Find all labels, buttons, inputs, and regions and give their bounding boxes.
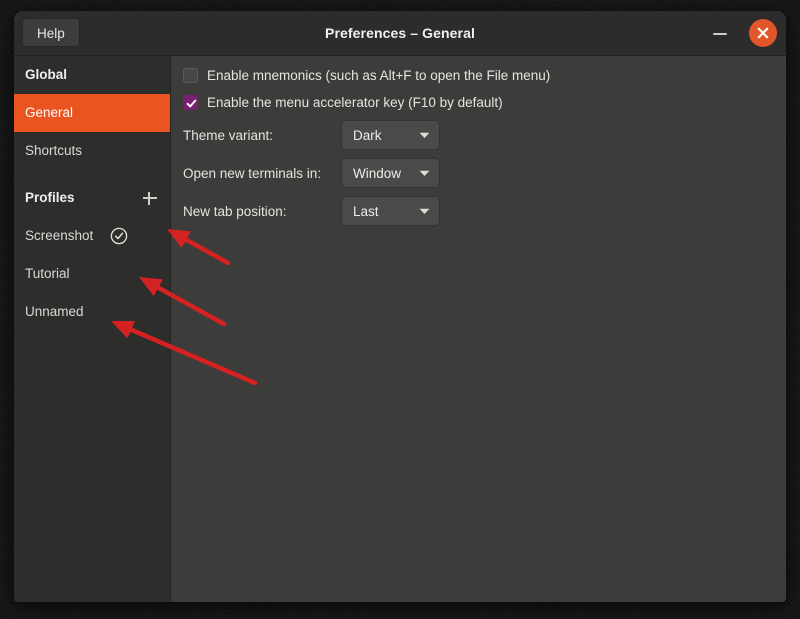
setting-row-open-new-terminals-in: Open new terminals in: Window: [183, 154, 786, 192]
enable-menu-accelerator-checkbox[interactable]: [183, 95, 198, 110]
new-tab-position-label: New tab position:: [183, 203, 287, 219]
sidebar-item-screenshot-label: Screenshot: [25, 228, 94, 243]
sidebar-item-tutorial[interactable]: Tutorial: [14, 255, 170, 293]
setting-row-theme-variant: Theme variant: Dark: [183, 116, 786, 154]
open-new-terminals-in-value: Window: [353, 165, 402, 181]
theme-variant-label: Theme variant:: [183, 127, 274, 143]
sidebar-heading-profiles-label: Profiles: [25, 190, 75, 205]
new-tab-position-value: Last: [353, 203, 379, 219]
window-body: Global General Shortcuts Profiles Screen…: [14, 56, 786, 602]
sidebar-heading-global: Global: [25, 67, 68, 82]
close-icon: [757, 27, 769, 39]
sidebar-item-screenshot[interactable]: Screenshot: [14, 217, 170, 255]
checkbox-row-mnemonics[interactable]: Enable mnemonics (such as Alt+F to open …: [183, 62, 786, 89]
theme-variant-combobox[interactable]: Dark: [341, 120, 440, 150]
add-profile-button[interactable]: [142, 190, 158, 206]
chevron-down-icon: [419, 208, 430, 215]
sidebar-item-general[interactable]: General: [14, 94, 170, 132]
window-headerbar: Help Preferences – General: [14, 11, 786, 56]
open-new-terminals-in-combobox[interactable]: Window: [341, 158, 440, 188]
checkbox-row-menu-accelerator[interactable]: Enable the menu accelerator key (F10 by …: [183, 89, 786, 116]
plus-icon-vertical: [148, 191, 150, 205]
enable-mnemonics-checkbox[interactable]: [183, 68, 198, 83]
enable-mnemonics-label: Enable mnemonics (such as Alt+F to open …: [207, 68, 551, 83]
new-tab-position-combobox[interactable]: Last: [341, 196, 440, 226]
sidebar-heading-profiles: Profiles: [14, 179, 170, 217]
chevron-down-icon: [419, 132, 430, 139]
enable-menu-accelerator-label: Enable the menu accelerator key (F10 by …: [207, 95, 503, 110]
check-circle-icon: [110, 227, 128, 245]
close-button[interactable]: [749, 19, 777, 47]
setting-row-new-tab-position: New tab position: Last: [183, 192, 786, 230]
preferences-window: Help Preferences – General Global Genera…: [14, 11, 786, 602]
help-button[interactable]: Help: [22, 18, 80, 47]
sidebar: Global General Shortcuts Profiles Screen…: [14, 56, 171, 602]
minimize-icon: [713, 33, 727, 35]
sidebar-item-shortcuts[interactable]: Shortcuts: [14, 132, 170, 170]
sidebar-item-unnamed[interactable]: Unnamed: [14, 293, 170, 331]
window-title: Preferences – General: [325, 25, 475, 41]
theme-variant-value: Dark: [353, 127, 382, 143]
content-panel: Enable mnemonics (such as Alt+F to open …: [171, 56, 786, 602]
chevron-down-icon: [419, 170, 430, 177]
checkmark-icon: [186, 99, 197, 108]
plus-icon: [143, 197, 157, 199]
minimize-button[interactable]: [710, 23, 730, 43]
open-new-terminals-in-label: Open new terminals in:: [183, 165, 322, 181]
